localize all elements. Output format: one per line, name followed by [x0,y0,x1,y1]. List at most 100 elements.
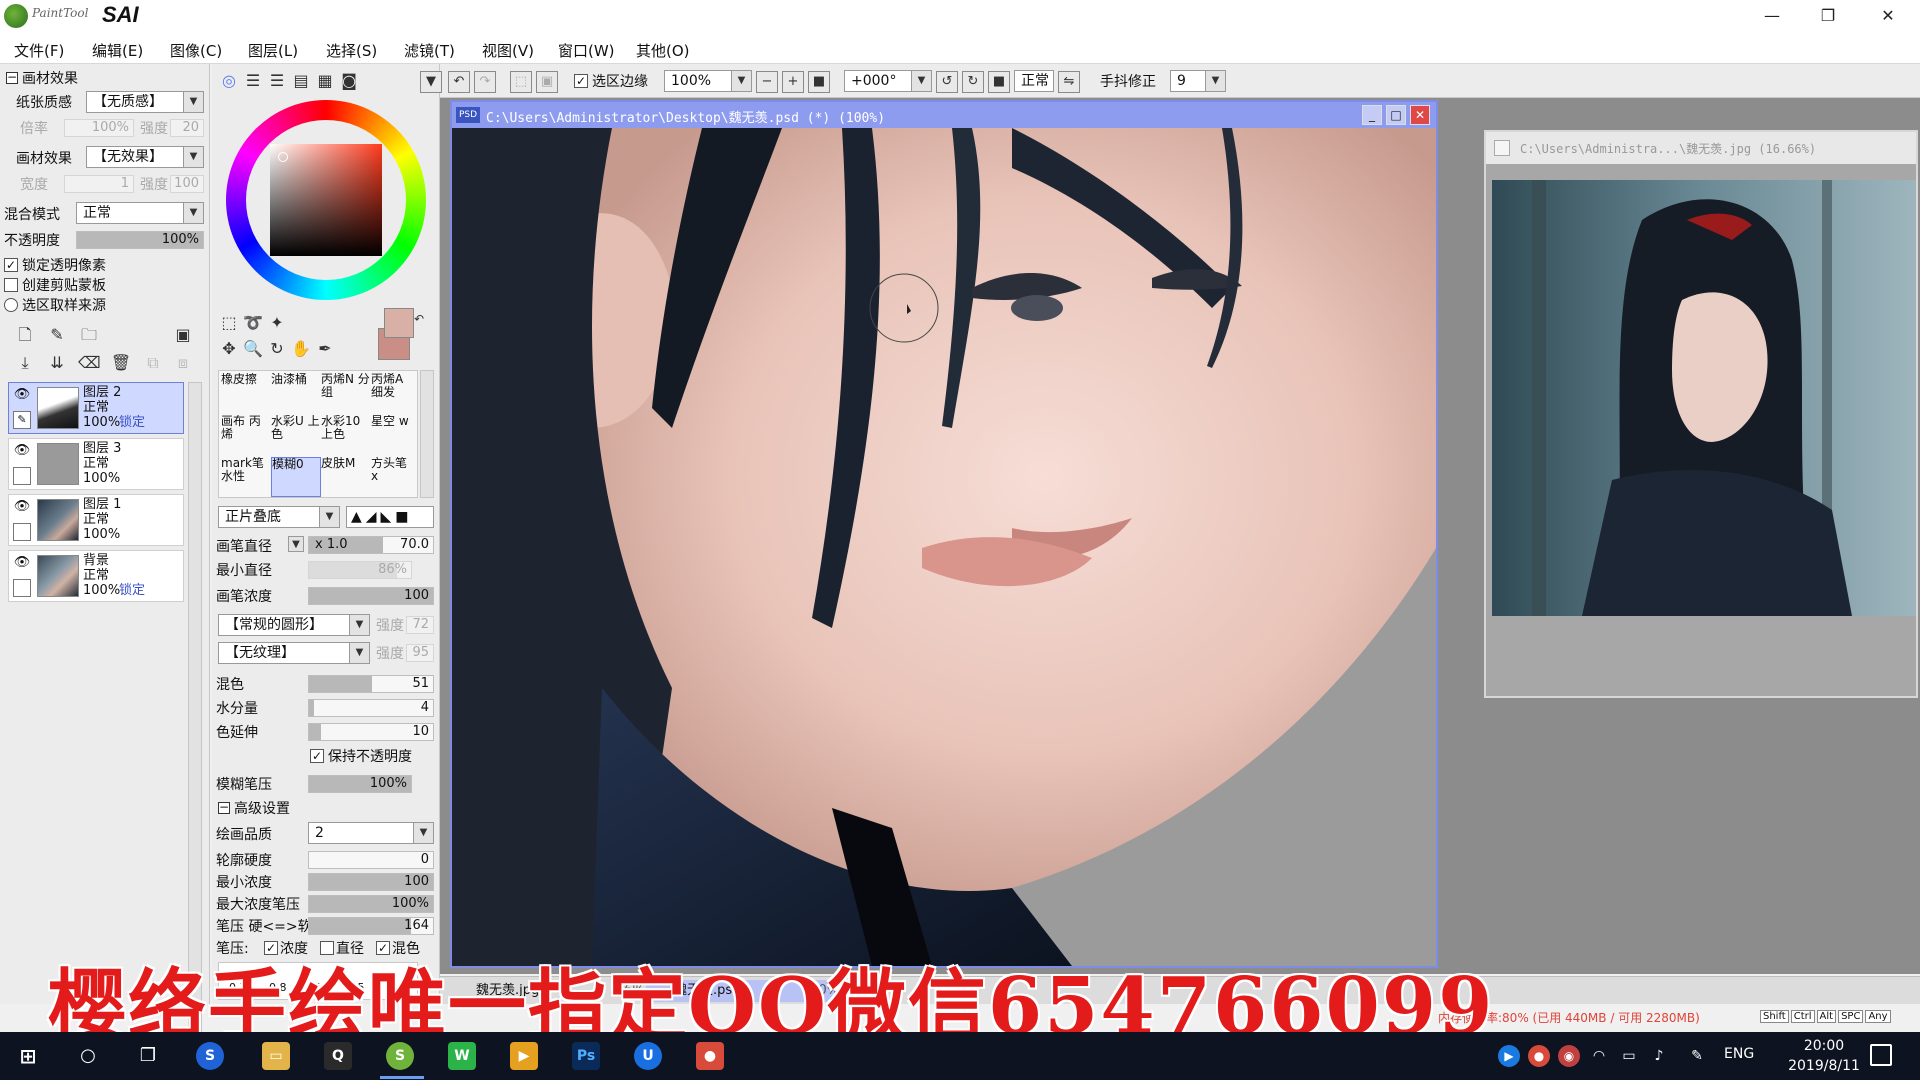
strength-slider[interactable]: 20 [170,119,204,137]
wechat-icon[interactable]: W [448,1042,476,1070]
layer-scrollbar[interactable] [188,382,202,1042]
zoom-in-icon[interactable]: + [782,71,804,93]
marquee-icon[interactable]: ⬚ [218,312,240,334]
photoshop-icon[interactable]: Ps [572,1042,600,1070]
menu-other[interactable]: 其他(O) [636,40,690,61]
scratchpad-tab-icon[interactable]: ◙ [338,70,360,92]
close-button[interactable]: ✕ [1860,0,1916,34]
min-size-slider[interactable]: 86% [308,561,412,579]
keep-opacity-checkbox[interactable]: ✓ [310,749,324,763]
brush-cell[interactable]: 画布 丙烯 [221,415,271,455]
toolbar-menu-button[interactable]: ▼ [420,71,442,93]
swatches-tab-icon[interactable]: ▦ [314,70,336,92]
eye-icon[interactable]: 👁 [13,499,31,515]
delete-layer-icon[interactable]: 🗑 [110,352,132,374]
sai-taskbar-icon[interactable]: S [386,1042,414,1070]
pressure-blend-checkbox[interactable]: ✓ [376,941,390,955]
pencil-icon[interactable]: ✎ [13,411,31,429]
lasso-icon[interactable]: ➰ [242,312,264,334]
rotation-select[interactable]: +000° ▼ [844,70,932,92]
brush-cell[interactable]: 方头笔 x [371,457,415,497]
brush-cell[interactable]: mark笔 水性 [221,457,271,497]
brush-cell[interactable]: 皮肤M [321,457,371,497]
opacity-slider[interactable]: 100% [76,231,204,249]
eye-icon[interactable]: 👁 [13,443,31,459]
pen-icon[interactable]: ✎ [1686,1045,1708,1067]
maximize-button[interactable]: ❐ [1800,0,1856,34]
task-view-icon[interactable]: ❐ [134,1042,162,1070]
menu-image[interactable]: 图像(C) [170,40,222,61]
layer-item[interactable]: 👁 ✎ 图层 2 正常 100% 锁定 [8,382,184,434]
hsv-slider-tab-icon[interactable]: ☰ [266,70,288,92]
qq-icon[interactable]: Q [324,1042,352,1070]
menu-filter[interactable]: 滤镜(T) [404,40,455,61]
scale-slider[interactable]: 100% [64,119,134,137]
texture-strength-slider[interactable]: 95 [406,644,434,662]
lock-alpha-checkbox[interactable]: ✓ [4,258,18,272]
width-slider[interactable]: 1 [64,175,134,193]
persistence-slider[interactable]: 10 [308,723,434,741]
delete-mask-icon[interactable]: ⧈ [172,352,194,374]
brush-cell[interactable]: 水彩U 上色 [271,415,321,455]
brush-cell[interactable]: 丙烯A 细发 [371,373,415,413]
volume-icon[interactable]: ♪ [1648,1045,1670,1067]
new-folder-icon[interactable]: 🗀 [78,324,100,346]
zoom-select[interactable]: 100% ▼ [664,70,752,92]
color-wheel[interactable] [226,100,426,300]
pressure-size-checkbox[interactable] [320,941,334,955]
sample-source-radio[interactable] [4,298,18,312]
zoom-out-icon[interactable]: − [756,71,778,93]
color-wheel-tab-icon[interactable]: ◎ [218,70,240,92]
brush-cell[interactable]: 丙烯N 分组 [321,373,371,413]
new-layer-icon[interactable]: 🗋 [14,324,36,346]
magic-wand-icon[interactable]: ✦ [266,312,288,334]
saturation-value-square[interactable] [270,144,382,256]
transfer-down-icon[interactable]: ⤓ [14,352,36,374]
move-icon[interactable]: ✥ [218,338,240,360]
lock-toggle[interactable] [13,467,31,485]
rgb-slider-tab-icon[interactable]: ☰ [242,70,264,92]
min-density-slider[interactable]: 100 [308,873,434,891]
tray-record-icon[interactable]: ● [1528,1045,1550,1067]
texture-select[interactable]: 【无纹理】 ▼ [218,642,370,664]
brush-cell[interactable]: 油漆桶 [271,373,321,413]
brush-mode-select[interactable]: 正片叠底 ▼ [218,506,340,528]
uplay-icon[interactable]: U [634,1042,662,1070]
windows-start-icon[interactable]: ⊞ [14,1042,42,1070]
brush-cell[interactable]: 橡皮擦 [221,373,271,413]
menu-edit[interactable]: 编辑(E) [92,40,143,61]
density-slider[interactable]: 100 [308,587,434,605]
wifi-icon[interactable]: ◠ [1588,1045,1610,1067]
brush-tip-shapes[interactable]: ▲◢◣■ [346,506,434,528]
brush-cell[interactable]: 水彩10 上色 [321,415,371,455]
shape-strength-slider[interactable]: 72 [406,616,434,634]
advanced-collapse-toggle[interactable]: − [218,801,230,814]
water-slider[interactable]: 4 [308,699,434,717]
brush-cell-selected[interactable]: 模糊0 [271,457,321,497]
menu-layer[interactable]: 图层(L) [248,40,298,61]
size-dropdown-icon[interactable]: ▼ [288,536,304,552]
doc-maximize-button[interactable]: □ [1386,105,1406,125]
tray-app-icon[interactable]: ▶ [1498,1045,1520,1067]
new-linework-layer-icon[interactable]: ✎ [46,324,68,346]
clear-layer-icon[interactable]: ⌫ [78,352,101,374]
layer-mask-icon[interactable]: ▣ [172,324,194,346]
hand-icon[interactable]: ✋ [290,338,312,360]
layer-item[interactable]: 👁 图层 1 正常 100% [8,494,184,546]
document-titlebar[interactable]: PSD C:\Users\Administrator\Desktop\魏无羡.p… [452,102,1436,128]
notification-icon[interactable] [1870,1044,1892,1066]
eye-icon[interactable]: 👁 [13,387,31,403]
menu-window[interactable]: 窗口(W) [558,40,615,61]
primary-color-swatch[interactable] [384,308,414,338]
invert-selection-icon[interactable]: ▣ [536,71,558,93]
menu-select[interactable]: 选择(S) [326,40,377,61]
screen-recorder-icon[interactable]: ● [696,1042,724,1070]
reference-titlebar[interactable]: C:\Users\Administra...\魏无羡.jpg (16.66%) [1486,132,1916,164]
merge-down-icon[interactable]: ⇊ [46,352,68,374]
doc-close-button[interactable]: ✕ [1410,105,1430,125]
selection-edge-checkbox[interactable]: ✓ [574,74,588,88]
blur-pressure-slider[interactable]: 100% [308,775,412,793]
redo-icon[interactable]: ↷ [474,71,496,93]
search-icon[interactable]: ○ [74,1042,102,1070]
pressure-density-checkbox[interactable]: ✓ [264,941,278,955]
